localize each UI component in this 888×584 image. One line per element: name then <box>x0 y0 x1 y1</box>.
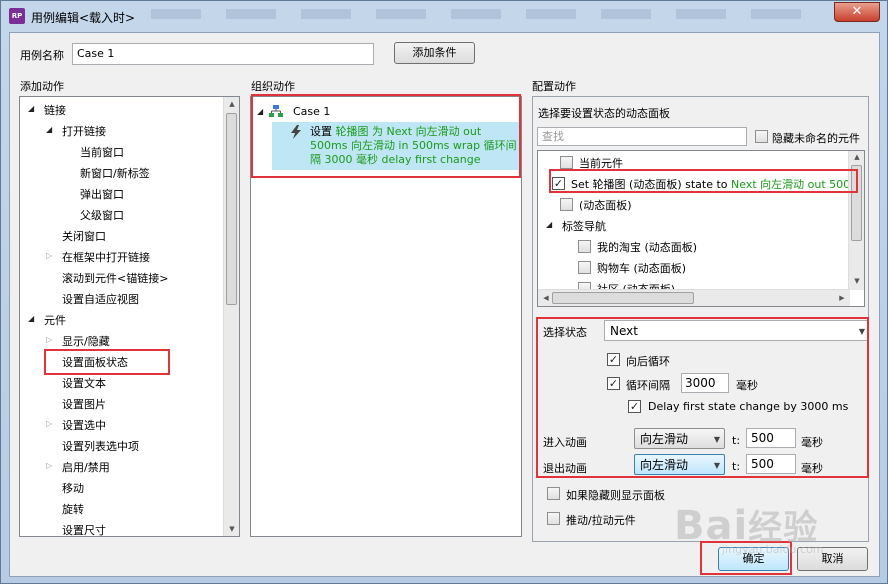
action-item[interactable]: 打开链接 <box>62 123 106 139</box>
add-condition-button[interactable]: 添加条件 <box>394 42 475 64</box>
action-item[interactable]: 设置文本 <box>62 375 106 391</box>
panel-checkbox[interactable] <box>560 198 573 211</box>
action-item[interactable]: 在框架中打开链接 <box>62 249 150 265</box>
action-item[interactable]: 设置尺寸 <box>62 522 106 536</box>
expand-triangle-icon[interactable]: ◢ <box>546 220 552 229</box>
action-item[interactable]: 父级窗口 <box>80 207 124 223</box>
show-if-hidden-label: 如果隐藏则显示面板 <box>566 489 665 502</box>
organize-actions-header: 组织动作 <box>251 80 295 93</box>
action-item[interactable]: 弹出窗口 <box>80 186 124 202</box>
panel-tree-hscroll[interactable]: ◀ ▶ <box>538 289 850 306</box>
action-item[interactable]: 旋转 <box>62 501 84 517</box>
hide-unnamed-checkbox[interactable] <box>755 130 768 143</box>
tree-group-label[interactable]: 标签导航 <box>562 218 606 234</box>
case-name-input[interactable]: Case 1 <box>72 43 374 65</box>
panel-checkbox[interactable] <box>578 261 591 274</box>
action-item[interactable]: 滚动到元件<锚链接> <box>62 270 168 286</box>
scroll-down-arrow-icon[interactable]: ▼ <box>849 277 864 285</box>
axure-app-icon: RP <box>9 8 25 24</box>
hide-unnamed-label: 隐藏未命名的元件 <box>772 132 860 145</box>
panel-checkbox[interactable] <box>560 156 573 169</box>
scroll-thumb[interactable] <box>552 292 694 304</box>
action-item[interactable]: 当前窗口 <box>80 144 124 160</box>
watermark-url: jingyan.baidu.com <box>722 543 824 556</box>
panel-tree-item[interactable]: (动态面板) <box>579 197 632 213</box>
highlight-state-config <box>536 317 869 478</box>
case-name-label: 用例名称 <box>20 49 64 62</box>
action-item[interactable]: 移动 <box>62 480 84 496</box>
expand-triangle-icon[interactable]: ◢ <box>28 104 34 113</box>
action-item[interactable]: 设置图片 <box>62 396 106 412</box>
scroll-up-arrow-icon[interactable]: ▲ <box>849 153 864 161</box>
collapsed-triangle-icon[interactable]: ▷ <box>46 461 52 470</box>
highlight-set-panel-state <box>44 349 170 375</box>
panel-tree-item-label: 我的淘宝 (动态面板) <box>597 241 698 254</box>
configure-actions-header: 配置动作 <box>532 80 576 93</box>
highlight-selected-panel <box>549 169 858 193</box>
show-if-hidden-checkbox[interactable] <box>547 487 560 500</box>
close-icon[interactable]: ✕ <box>834 2 880 22</box>
add-actions-tree[interactable]: ◢ 链接 ◢ 打开链接当前窗口新窗口/新标签 弹出窗口父级窗口关闭窗口 ▷ 在框架中打开链接… <box>19 96 240 537</box>
action-item[interactable]: 设置列表选中项 <box>62 438 139 454</box>
scroll-thumb[interactable] <box>226 113 237 305</box>
panel-tree-item-label: (动态面板) <box>579 199 632 212</box>
collapsed-triangle-icon[interactable]: ▷ <box>46 335 52 344</box>
action-item[interactable]: 链接 <box>44 102 66 118</box>
expand-triangle-icon[interactable]: ◢ <box>28 314 34 323</box>
panel-tree-item[interactable]: 购物车 (动态面板) <box>597 260 686 276</box>
baidu-watermark-logo: Bai经验 <box>674 503 819 549</box>
collapsed-triangle-icon[interactable]: ▷ <box>46 251 52 260</box>
title-bar[interactable]: RP 用例编辑<载入时> ✕ <box>1 1 887 31</box>
action-item[interactable]: 启用/禁用 <box>62 459 110 475</box>
panel-select-title: 选择要设置状态的动态面板 <box>538 107 670 120</box>
action-item[interactable]: 新窗口/新标签 <box>80 165 150 181</box>
expand-triangle-icon[interactable]: ◢ <box>46 125 52 134</box>
panel-checkbox[interactable] <box>578 240 591 253</box>
highlight-case-action <box>251 94 521 178</box>
title-blur-background <box>151 9 801 19</box>
dialog-client: 用例名称 Case 1 添加条件 添加动作 组织动作 配置动作 ◢ 链接 ◢ 打开链接… <box>9 32 880 577</box>
action-item[interactable]: 关闭窗口 <box>62 228 106 244</box>
dialog-window: RP 用例编辑<载入时> ✕ 用例名称 Case 1 添加条件 添加动作 组织动… <box>0 0 888 584</box>
panel-tree-item-label: 购物车 (动态面板) <box>597 262 687 275</box>
scroll-right-arrow-icon[interactable]: ▶ <box>834 294 850 302</box>
collapsed-triangle-icon[interactable]: ▷ <box>46 419 52 428</box>
action-item[interactable]: 显示/隐藏 <box>62 333 110 349</box>
search-input[interactable]: 查找 <box>537 127 747 146</box>
scroll-down-arrow-icon[interactable]: ▼ <box>224 525 239 533</box>
add-actions-header: 添加动作 <box>20 80 64 93</box>
push-pull-checkbox[interactable] <box>547 512 560 525</box>
push-pull-label: 推动/拉动元件 <box>566 514 636 527</box>
action-item[interactable]: 设置选中 <box>62 417 106 433</box>
scroll-up-arrow-icon[interactable]: ▲ <box>224 100 239 108</box>
add-actions-scrollbar[interactable]: ▲ ▼ <box>223 97 239 536</box>
window-title: 用例编辑<载入时> <box>31 11 136 25</box>
panel-tree-item[interactable]: 我的淘宝 (动态面板) <box>597 239 697 255</box>
action-item[interactable]: 设置自适应视图 <box>62 291 139 307</box>
action-item[interactable]: 元件 <box>44 312 66 328</box>
